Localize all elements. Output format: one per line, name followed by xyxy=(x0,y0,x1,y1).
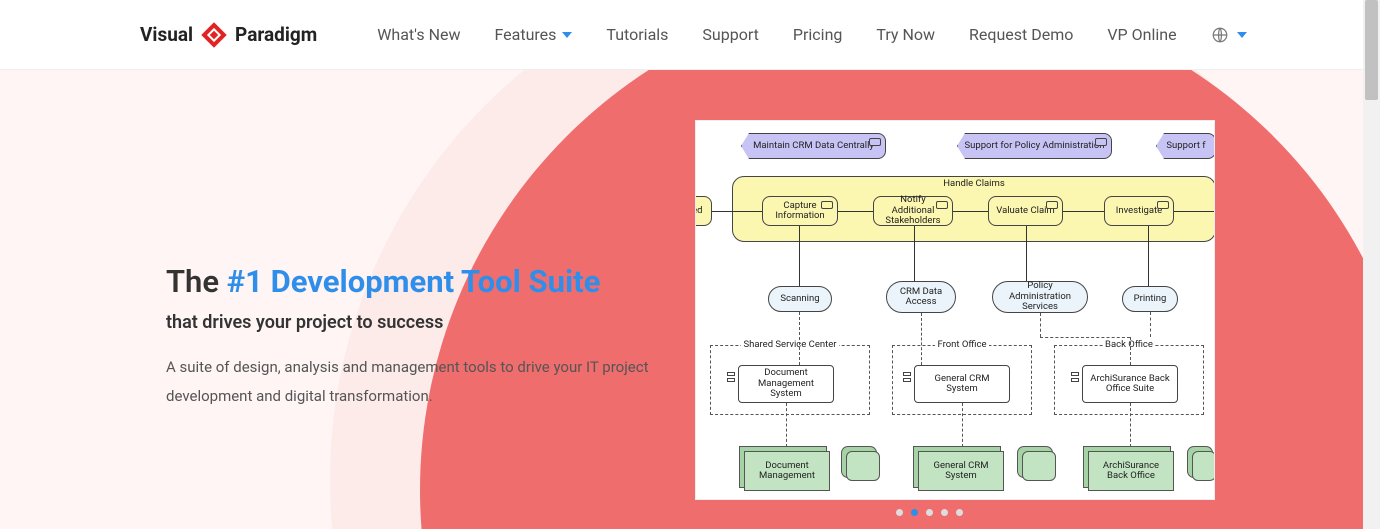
diagram-device-2 xyxy=(1022,451,1056,481)
nav-features[interactable]: Features xyxy=(494,25,572,44)
nav-whats-new[interactable]: What's New xyxy=(377,25,460,44)
nav-tutorials[interactable]: Tutorials xyxy=(606,25,668,44)
diagram-box-capture: Capture Information xyxy=(762,196,838,226)
hero-title-prefix: The xyxy=(166,263,227,300)
diagram-box-notify: Notify Additional Stakeholders xyxy=(873,196,953,226)
diagram-text: Support f xyxy=(1166,141,1205,151)
nav-links: What's New Features Tutorials Support Pr… xyxy=(377,25,1176,44)
carousel-dots xyxy=(896,509,963,516)
diagram-box-maintain: Maintain CRM Data Centrally xyxy=(741,133,886,159)
nav-tutorials-label: Tutorials xyxy=(606,25,668,44)
hero-title-highlight: #1 Development Tool Suite xyxy=(227,263,601,300)
nav-support-label: Support xyxy=(702,25,758,44)
nav-try-now-label: Try Now xyxy=(876,25,935,44)
diagram-box-ved: ved xyxy=(695,196,712,226)
diagram-text: General CRM System xyxy=(919,374,1005,395)
diagram-text: Front Office xyxy=(935,340,988,350)
language-picker[interactable] xyxy=(1211,26,1247,44)
nav-whats-new-label: What's New xyxy=(377,25,460,44)
carousel-dot-2[interactable] xyxy=(926,509,933,516)
diagram-node-gcrm: General CRM System xyxy=(918,451,1004,491)
globe-icon xyxy=(1211,26,1229,44)
nav-vp-online-label: VP Online xyxy=(1107,25,1176,44)
caret-down-icon xyxy=(562,32,572,38)
carousel-dot-0[interactable] xyxy=(896,509,903,516)
nav-request-demo[interactable]: Request Demo xyxy=(969,25,1073,44)
nav-pricing-label: Pricing xyxy=(793,25,843,44)
diagram-text: Document Management System xyxy=(743,368,829,399)
diagram-text: Scanning xyxy=(780,294,819,304)
carousel-dot-3[interactable] xyxy=(941,509,948,516)
diagram-box-support-policy: Support for Policy Administration xyxy=(957,133,1112,159)
scrollbar-thumb[interactable] xyxy=(1365,0,1378,100)
diagram-text: CRM Data Access xyxy=(891,287,951,308)
hero-slideshow[interactable]: Maintain CRM Data Centrally Support for … xyxy=(695,120,1215,500)
brand-text-1: Visual xyxy=(140,23,193,46)
nav-features-label: Features xyxy=(494,25,556,44)
carousel-dot-4[interactable] xyxy=(956,509,963,516)
diagram-text: ArchiSurance Back Office xyxy=(1093,461,1169,482)
nav-try-now[interactable]: Try Now xyxy=(876,25,935,44)
navbar: Visual Paradigm What's New Features Tuto… xyxy=(0,0,1380,70)
diagram-box-policy-admin: Policy Administration Services xyxy=(992,281,1088,313)
caret-down-icon xyxy=(1237,32,1247,38)
hero-subtitle: that drives your project to success xyxy=(166,312,686,333)
diagram-box-gcrm: General CRM System xyxy=(914,365,1010,403)
brand-diamond-icon xyxy=(199,20,229,50)
archimate-diagram: Maintain CRM Data Centrally Support for … xyxy=(696,121,1214,499)
diagram-node-archi: ArchiSurance Back Office xyxy=(1088,451,1174,491)
diagram-text: Support for Policy Administration xyxy=(964,141,1104,151)
diagram-text: General CRM System xyxy=(923,461,999,482)
diagram-node-dms: Document Management xyxy=(744,451,830,491)
nav-pricing[interactable]: Pricing xyxy=(793,25,843,44)
diagram-box-support-f: Support f xyxy=(1156,133,1215,159)
diagram-text: Policy Administration Services xyxy=(997,281,1083,312)
diagram-text: Back Office xyxy=(1103,340,1155,350)
diagram-box-archi: ArchiSurance Back Office Suite xyxy=(1082,365,1178,403)
diagram-box-valuate: Valuate Claim xyxy=(988,196,1063,226)
diagram-text: Shared Service Center xyxy=(741,340,838,350)
vertical-scrollbar[interactable] xyxy=(1363,0,1380,529)
diagram-box-printing: Printing xyxy=(1122,286,1178,312)
nav-support[interactable]: Support xyxy=(702,25,758,44)
brand-logo[interactable]: Visual Paradigm xyxy=(140,20,317,50)
diagram-text: Maintain CRM Data Centrally xyxy=(753,141,874,151)
diagram-box-investigate: Investigate xyxy=(1104,196,1174,226)
nav-vp-online[interactable]: VP Online xyxy=(1107,25,1176,44)
hero-content: The #1 Development Tool Suite that drive… xyxy=(166,262,686,410)
nav-request-demo-label: Request Demo xyxy=(969,25,1073,44)
diagram-device-3 xyxy=(1192,451,1215,481)
diagram-text: Investigate xyxy=(1116,206,1162,216)
diagram-box-scanning: Scanning xyxy=(768,286,832,312)
hero-body: A suite of design, analysis and manageme… xyxy=(166,353,686,410)
diagram-device-1 xyxy=(846,451,880,481)
diagram-box-crm-access: CRM Data Access xyxy=(886,281,956,313)
diagram-text: ved xyxy=(695,206,702,216)
diagram-text: ArchiSurance Back Office Suite xyxy=(1087,374,1173,395)
diagram-text: Document Management xyxy=(749,461,825,482)
brand-text-2: Paradigm xyxy=(235,23,317,46)
hero: The #1 Development Tool Suite that drive… xyxy=(0,70,1380,529)
hero-title: The #1 Development Tool Suite xyxy=(166,262,686,302)
diagram-text: Handle Claims xyxy=(943,179,1004,189)
diagram-text: Printing xyxy=(1134,294,1167,304)
carousel-dot-1[interactable] xyxy=(911,509,918,516)
diagram-box-dms: Document Management System xyxy=(738,365,834,403)
